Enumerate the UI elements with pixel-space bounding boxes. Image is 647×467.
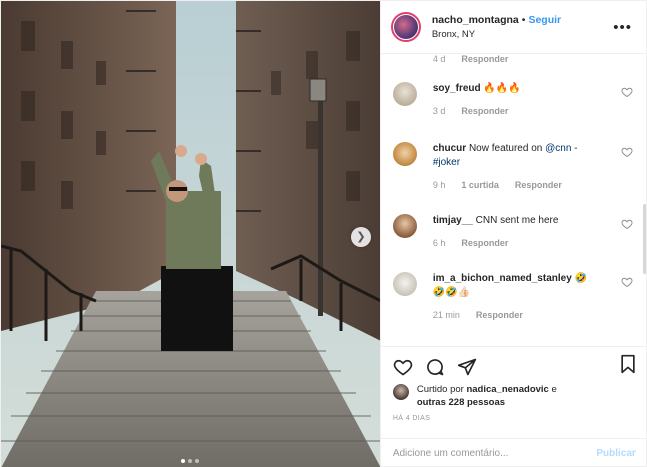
comment-item: soy_freud 🔥🔥🔥 3 d Responder xyxy=(392,82,637,118)
reply-button[interactable]: Responder xyxy=(476,308,523,322)
likes-middle: e xyxy=(548,384,557,395)
photo-scene xyxy=(1,1,380,467)
comment-item: chucur Now featured on @cnn - #joker 9 h… xyxy=(392,142,637,192)
carousel-dot xyxy=(181,459,186,463)
heart-icon[interactable] xyxy=(621,146,633,158)
comment-time[interactable]: 4 d xyxy=(433,54,446,66)
like-heart-icon[interactable] xyxy=(393,357,413,377)
post-photo[interactable]: ❯ xyxy=(1,1,380,467)
commenter-avatar[interactable] xyxy=(392,82,417,106)
reply-button[interactable]: Responder xyxy=(461,236,508,250)
bookmark-icon[interactable] xyxy=(618,354,638,374)
publish-button[interactable]: Publicar xyxy=(596,448,635,459)
reply-button[interactable]: Responder xyxy=(461,104,508,118)
author-username[interactable]: nacho_montagna xyxy=(432,14,519,26)
commenter-avatar[interactable] xyxy=(392,142,417,166)
liker-avatar[interactable] xyxy=(392,384,409,400)
comment-time[interactable]: 3 d xyxy=(433,104,446,118)
carousel-dot xyxy=(195,459,200,463)
header-separator: • xyxy=(521,14,526,26)
comment-item: 4 d Responder xyxy=(393,54,637,66)
commenter-avatar[interactable] xyxy=(392,214,417,238)
comment-bubble-icon[interactable] xyxy=(425,357,445,377)
comment-likes-count[interactable]: 1 curtida xyxy=(461,178,499,192)
carousel-indicator xyxy=(1,459,380,463)
reply-button[interactable]: Responder xyxy=(461,54,508,66)
more-options-icon[interactable]: ••• xyxy=(613,19,632,36)
post-header: nacho_montagna • Seguir Bronx, NY ••• xyxy=(380,1,646,54)
comment-text: - xyxy=(571,143,578,154)
heart-icon[interactable] xyxy=(621,86,633,98)
comment-time[interactable]: 6 h xyxy=(433,236,446,250)
comment-time[interactable]: 21 min xyxy=(433,308,460,322)
mention-link[interactable]: @cnn xyxy=(545,143,571,154)
commenter-avatar[interactable] xyxy=(392,272,417,296)
follow-button[interactable]: Seguir xyxy=(528,14,561,26)
comments-scrollbar[interactable] xyxy=(643,204,646,274)
reply-button[interactable]: Responder xyxy=(515,178,562,192)
chevron-right-icon: ❯ xyxy=(356,230,366,243)
comment-item: im_a_bichon_named_stanley 🤣 🤣🤣👍🏻 21 min … xyxy=(392,272,637,322)
post-side-panel: nacho_montagna • Seguir Bronx, NY ••• 4 … xyxy=(379,1,647,467)
comment-text: 🔥🔥🔥 xyxy=(483,83,521,94)
post-time-ago[interactable]: HÁ 4 DIAS xyxy=(381,409,647,422)
carousel-dot xyxy=(188,459,193,463)
hashtag-link[interactable]: #joker xyxy=(433,157,460,168)
liker-username[interactable]: nadica_nenadovic xyxy=(466,384,548,395)
post-location[interactable]: Bronx, NY xyxy=(432,29,561,40)
comment-text: CNN sent me here xyxy=(475,215,559,226)
comment-text: Now featured on xyxy=(468,143,546,154)
post-actions: Curtido por nadica_nenadovic e outras 22… xyxy=(380,346,647,467)
comment-text: 🤣 xyxy=(574,273,588,284)
likes-summary: Curtido por nadica_nenadovic e outras 22… xyxy=(381,383,647,409)
likes-others-link[interactable]: outras 228 pessoas xyxy=(417,397,505,408)
comment-time[interactable]: 9 h xyxy=(433,178,446,192)
comment-username[interactable]: chucur xyxy=(433,143,466,154)
heart-icon[interactable] xyxy=(621,218,633,230)
add-comment-bar: Publicar xyxy=(380,438,647,467)
comment-username[interactable]: soy_freud xyxy=(433,83,481,94)
comments-list[interactable]: 4 d Responder soy_freud 🔥🔥🔥 3 d Responde… xyxy=(381,54,646,346)
comment-username[interactable]: timjay__ xyxy=(433,215,473,226)
instagram-post: ❯ nacho_montagna • Seguir Bronx, NY ••• xyxy=(0,0,647,467)
add-comment-input[interactable] xyxy=(392,448,597,459)
heart-icon[interactable] xyxy=(621,276,633,288)
likes-prefix: Curtido por xyxy=(416,384,467,395)
share-icon[interactable] xyxy=(457,357,477,377)
comment-item: timjay__ CNN sent me here 6 h Responder xyxy=(392,214,637,250)
comment-text: 🤣🤣👍🏻 xyxy=(432,287,471,298)
next-photo-button[interactable]: ❯ xyxy=(351,227,371,247)
author-avatar[interactable] xyxy=(390,12,421,42)
comment-username[interactable]: im_a_bichon_named_stanley xyxy=(433,273,572,284)
